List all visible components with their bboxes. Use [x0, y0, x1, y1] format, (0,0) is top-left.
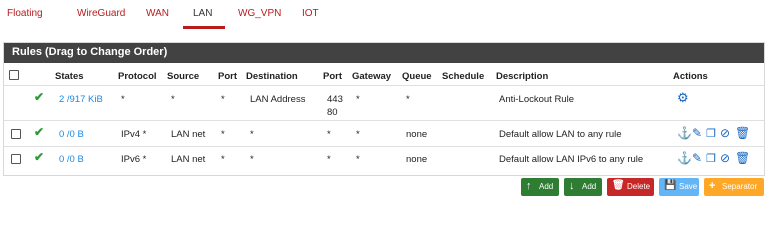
separator-button[interactable]: + Separator [704, 178, 764, 196]
save-label: Save [679, 182, 698, 191]
interface-tabs: Floating WireGuard WAN LAN WG_VPN IOT [0, 0, 768, 29]
cell-source: LAN net [171, 129, 206, 140]
pass-check-icon: ✔ [34, 150, 45, 164]
anchor-icon[interactable]: ⚓ [677, 151, 692, 165]
separator-label: Separator [722, 182, 758, 191]
disable-icon[interactable]: ⊘ [720, 126, 730, 140]
header-queue: Queue [402, 71, 432, 82]
gear-icon[interactable]: ⚙ [677, 90, 689, 106]
cell-port: * [221, 154, 225, 165]
cell-protocol: IPv6 * [121, 154, 147, 165]
header-destination: Destination [246, 71, 298, 82]
rules-panel: Rules (Drag to Change Order) States Prot… [3, 42, 765, 176]
cell-destination: * [250, 154, 254, 165]
cell-port: * [221, 94, 225, 105]
divider [4, 146, 764, 147]
cell-destination: LAN Address [250, 94, 306, 105]
cell-protocol: * [121, 94, 125, 105]
header-gateway: Gateway [352, 71, 392, 82]
header-schedule: Schedule [442, 71, 485, 82]
add-top-button[interactable]: ↑ Add [521, 178, 559, 196]
divider [4, 120, 764, 121]
tab-lan[interactable]: LAN [193, 8, 212, 19]
states-link[interactable]: 0 /0 B [59, 129, 84, 140]
pass-check-icon: ✔ [34, 125, 45, 139]
header-protocol: Protocol [118, 71, 157, 82]
cell-gateway: * [356, 94, 360, 105]
header-actions: Actions [673, 71, 708, 82]
cell-source: LAN net [171, 154, 206, 165]
floppy-icon: 💾 [664, 180, 677, 191]
copy-icon[interactable]: ❐ [706, 127, 716, 140]
row-checkbox[interactable] [11, 129, 21, 139]
copy-icon[interactable]: ❐ [706, 152, 716, 165]
header-source: Source [167, 71, 200, 82]
tab-floating[interactable]: Floating [7, 8, 43, 19]
cell-queue: * [406, 94, 410, 105]
cell-dest-port: 443 [327, 94, 343, 105]
plus-icon: + [709, 180, 716, 192]
cell-source: * [171, 94, 175, 105]
cell-protocol: IPv4 * [121, 129, 147, 140]
active-tab-indicator [183, 26, 225, 29]
add-top-label: Add [539, 182, 554, 191]
cell-queue: none [406, 154, 428, 165]
add-bottom-label: Add [582, 182, 597, 191]
tab-wireguard[interactable]: WireGuard [77, 8, 125, 19]
trash-icon[interactable]: 🗑 [735, 126, 750, 140]
pencil-icon[interactable]: ✎ [692, 126, 702, 140]
trash-icon: 🗑 [612, 180, 625, 191]
delete-button[interactable]: 🗑 Delete [607, 178, 654, 196]
tab-iot[interactable]: IOT [302, 8, 319, 19]
add-bottom-button[interactable]: ↓ Add [564, 178, 602, 196]
header-port: Port [218, 71, 237, 82]
pass-check-icon: ✔ [34, 90, 45, 104]
cell-gateway: * [356, 154, 360, 165]
cell-port: * [221, 129, 225, 140]
anchor-icon[interactable]: ⚓ [677, 126, 692, 140]
cell-dest-port: * [327, 154, 331, 165]
panel-header: Rules (Drag to Change Order) [4, 43, 764, 63]
disable-icon[interactable]: ⊘ [720, 151, 730, 165]
arrow-down-icon: ↓ [569, 180, 575, 192]
header-dest-port: Port [323, 71, 342, 82]
cell-dest-port: * [327, 129, 331, 140]
divider [4, 85, 764, 86]
cell-gateway: * [356, 129, 360, 140]
cell-description: Anti-Lockout Rule [499, 94, 574, 105]
states-link[interactable]: 0 /0 B [59, 154, 84, 165]
tab-wan[interactable]: WAN [146, 8, 169, 19]
header-states: States [55, 71, 84, 82]
cell-dest-port-2: 80 [327, 107, 338, 118]
arrow-up-icon: ↑ [526, 180, 532, 192]
cell-description: Default allow LAN to any rule [499, 129, 622, 140]
row-checkbox[interactable] [11, 154, 21, 164]
cell-description: Default allow LAN IPv6 to any rule [499, 154, 644, 165]
panel-title: Rules (Drag to Change Order) [12, 46, 168, 58]
tab-wg-vpn[interactable]: WG_VPN [238, 8, 281, 19]
cell-destination: * [250, 129, 254, 140]
pencil-icon[interactable]: ✎ [692, 151, 702, 165]
header-description: Description [496, 71, 549, 82]
trash-icon[interactable]: 🗑 [735, 151, 750, 165]
states-link[interactable]: 2 /917 KiB [59, 94, 103, 105]
cell-queue: none [406, 129, 428, 140]
select-all-checkbox[interactable] [9, 70, 19, 80]
delete-label: Delete [627, 182, 651, 191]
save-button[interactable]: 💾 Save [659, 178, 699, 196]
